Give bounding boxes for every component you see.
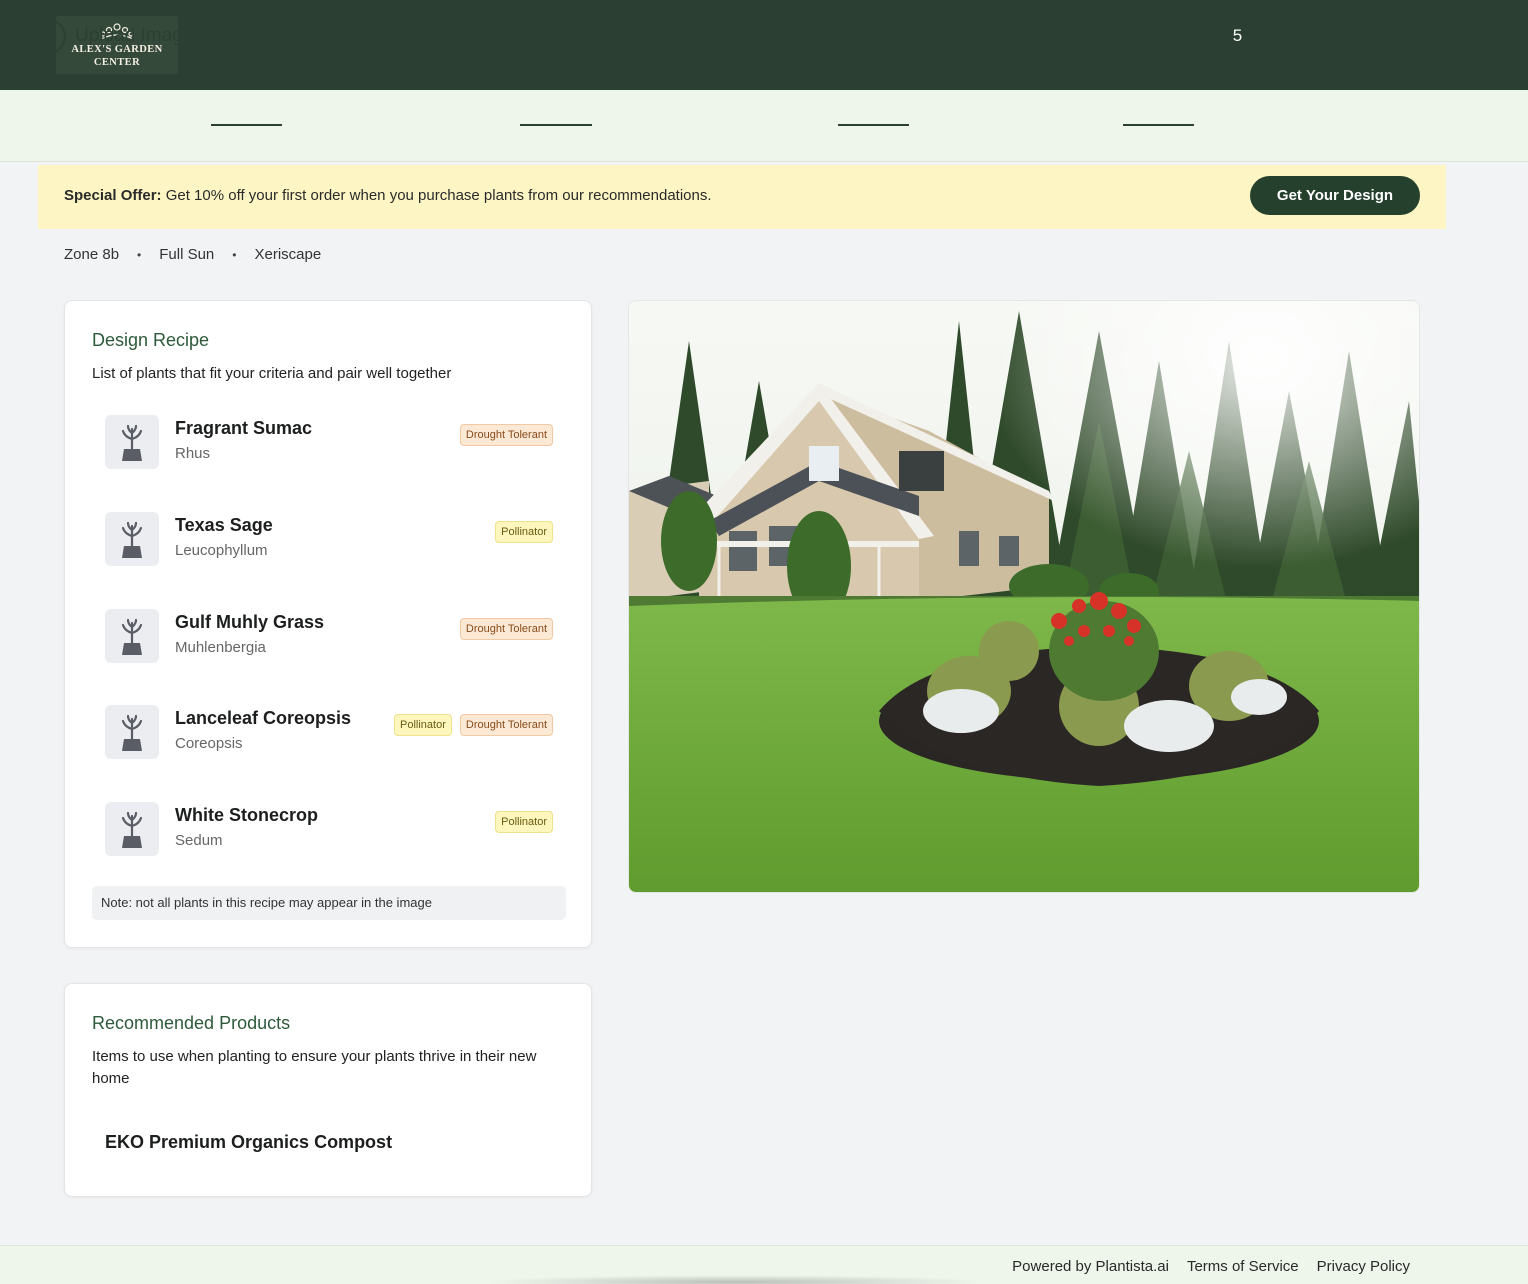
- plant-scientific-name: Muhlenbergia: [175, 639, 266, 656]
- step-select-preferences[interactable]: 3 Select Preferences: [618, 18, 823, 54]
- drought-tolerant-badge: Drought Tolerant: [459, 424, 553, 446]
- plant-item[interactable]: White Stonecrop Sedum Pollinator: [105, 802, 553, 858]
- plant-icon: [121, 714, 143, 751]
- plant-icon: [121, 811, 143, 848]
- pollinator-badge: Pollinator: [394, 714, 452, 736]
- plant-thumbnail: [105, 512, 159, 566]
- recipe-subtitle: List of plants that fit your criteria an…: [92, 365, 452, 382]
- plant-name: Texas Sage: [175, 515, 273, 535]
- product-item[interactable]: EKO Premium Organics Compost: [105, 1132, 392, 1153]
- special-offer-banner: Special Offer: Get 10% off your first or…: [38, 165, 1446, 229]
- drought-tolerant-badge: Drought Tolerant: [459, 618, 553, 640]
- plant-item[interactable]: Gulf Muhly Grass Muhlenbergia Drought To…: [105, 609, 553, 665]
- step-label: Upload Image: [75, 25, 194, 46]
- plant-badges: Drought Tolerant: [459, 618, 553, 640]
- step-connector: [1123, 124, 1194, 126]
- step-number: 5: [1220, 18, 1255, 54]
- design-recipe-card: Design Recipe List of plants that fit yo…: [64, 300, 592, 948]
- garden-design-render: [629, 301, 1419, 892]
- plant-name: Lanceleaf Coreopsis: [175, 708, 352, 728]
- step-number: 2: [308, 18, 343, 54]
- step-label: Choose Design: [979, 25, 1109, 46]
- plant-item[interactable]: Texas Sage Leucophyllum Pollinator: [105, 512, 553, 568]
- get-your-design-button[interactable]: Get Your Design: [1250, 176, 1420, 215]
- step-email-design-voucher[interactable]: 5 Email Design & Voucher: [1220, 18, 1469, 54]
- plant-badges: Pollinator Drought Tolerant: [394, 714, 553, 736]
- step-number: 4: [935, 18, 970, 54]
- pollinator-badge: Pollinator: [495, 811, 553, 833]
- recipe-title: Design Recipe: [92, 330, 210, 350]
- plant-icon: [121, 424, 143, 461]
- step-label: Draw Design Area: [352, 25, 506, 46]
- step-number: 1: [31, 18, 66, 54]
- page-shadow: [480, 1275, 990, 1284]
- privacy-policy-link[interactable]: Privacy Policy: [1317, 1258, 1410, 1275]
- plant-scientific-name: Sedum: [175, 832, 223, 849]
- plant-badges: Drought Tolerant: [459, 424, 553, 446]
- step-connector: [211, 124, 282, 126]
- step-label: Email Design & Voucher: [1264, 25, 1469, 46]
- progress-stepper: [0, 90, 1528, 162]
- plant-name: Gulf Muhly Grass: [175, 612, 325, 632]
- preference-sun: Full Sun: [159, 246, 215, 263]
- powered-by-link[interactable]: Powered by Plantista.ai: [1012, 1258, 1169, 1275]
- plant-thumbnail: [105, 609, 159, 663]
- offer-prefix: Special Offer:: [64, 187, 162, 204]
- garden-design-image[interactable]: [628, 300, 1420, 893]
- plant-icon: [121, 618, 143, 655]
- step-upload-image[interactable]: 1 Upload Image: [31, 18, 193, 54]
- terms-of-service-link[interactable]: Terms of Service: [1187, 1258, 1299, 1275]
- step-draw-design-area[interactable]: 2 Draw Design Area: [308, 18, 505, 54]
- plant-icon: [121, 521, 143, 558]
- products-title: Recommended Products: [92, 1013, 291, 1033]
- pollinator-badge: Pollinator: [495, 521, 553, 543]
- plant-thumbnail: [105, 705, 159, 759]
- recipe-note: Note: not all plants in this recipe may …: [92, 886, 566, 920]
- step-choose-design[interactable]: 4 Choose Design: [935, 18, 1109, 54]
- plant-name: White Stonecrop: [175, 805, 318, 825]
- step-connector: [520, 124, 592, 126]
- offer-text: Special Offer: Get 10% off your first or…: [64, 187, 712, 204]
- preference-style: Xeriscape: [254, 246, 322, 263]
- step-number: 3: [618, 18, 653, 54]
- plant-badges: Pollinator: [495, 521, 553, 543]
- drought-tolerant-badge: Drought Tolerant: [459, 714, 553, 736]
- products-subtitle: Items to use when planting to ensure you…: [92, 1048, 537, 1087]
- separator-dot: •: [137, 247, 142, 262]
- offer-body: Get 10% off your first order when you pu…: [161, 187, 712, 204]
- preference-zone: Zone 8b: [64, 246, 120, 263]
- plant-thumbnail: [105, 802, 159, 856]
- plant-name: Fragrant Sumac: [175, 418, 313, 438]
- recommended-products-card: Recommended Products Items to use when p…: [64, 983, 592, 1197]
- step-label: Select Preferences: [662, 25, 823, 46]
- separator-dot: •: [232, 247, 237, 262]
- plant-badges: Pollinator: [495, 811, 553, 833]
- footer-links: Powered by Plantista.ai Terms of Service…: [1012, 1258, 1410, 1275]
- step-connector: [838, 124, 909, 126]
- plant-scientific-name: Leucophyllum: [175, 542, 268, 559]
- plant-item[interactable]: Fragrant Sumac Rhus Drought Tolerant: [105, 415, 553, 471]
- selected-preferences: Zone 8b • Full Sun • Xeriscape: [64, 246, 321, 263]
- plant-thumbnail: [105, 415, 159, 469]
- plant-scientific-name: Coreopsis: [175, 735, 243, 752]
- plant-scientific-name: Rhus: [175, 445, 211, 462]
- plant-item[interactable]: Lanceleaf Coreopsis Coreopsis Pollinator…: [105, 705, 553, 761]
